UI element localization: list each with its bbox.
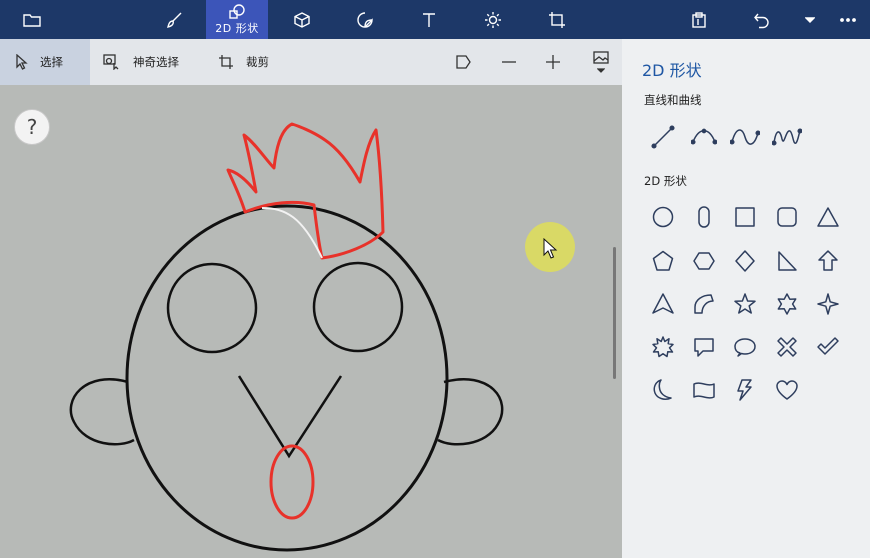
history-dropdown-icon[interactable] (794, 0, 826, 39)
face-drawing (69, 122, 504, 552)
speech-round-icon[interactable] (730, 332, 760, 362)
right-triangle-icon[interactable] (772, 246, 802, 276)
mouse-cursor-icon (543, 238, 558, 259)
more-icon[interactable] (830, 0, 866, 39)
undo-icon[interactable] (744, 0, 780, 39)
shapes-panel: 2D 形状 直线和曲线 2D 形状 (622, 39, 870, 558)
select-arrow-icon (16, 54, 28, 70)
zoom-out-icon[interactable] (501, 39, 521, 85)
drawing-canvas[interactable] (0, 85, 622, 558)
crop-label: 裁剪 (246, 55, 269, 69)
3d-shapes-icon[interactable] (284, 0, 320, 39)
zoom-in-icon[interactable] (545, 39, 565, 85)
speech-rectangle-icon[interactable] (689, 332, 719, 362)
effects-icon[interactable] (475, 0, 511, 39)
canvas-icon[interactable] (539, 0, 575, 39)
star-6-icon[interactable] (772, 289, 802, 319)
select-label: 选择 (40, 55, 63, 69)
star-5-icon[interactable] (730, 289, 760, 319)
sticker-icon[interactable] (347, 0, 383, 39)
lightning-icon[interactable] (730, 375, 760, 405)
rounded-square-icon[interactable] (772, 202, 802, 232)
shapes-section-heading: 2D 形状 (644, 174, 687, 188)
moon-icon[interactable] (648, 375, 678, 405)
cursor-highlight (525, 222, 575, 272)
three-point-curve-icon[interactable] (772, 122, 802, 152)
arrow-up-icon[interactable] (813, 246, 843, 276)
paste-icon[interactable] (681, 0, 717, 39)
magic-select-label: 神奇选择 (133, 55, 179, 69)
tab-2d-shapes-label: 2D 形状 (215, 21, 259, 35)
pentagon-icon[interactable] (648, 246, 678, 276)
magic-select-icon (103, 54, 119, 70)
sub-toolbar: 选择 神奇选择 裁剪 (0, 39, 622, 85)
diamond-icon[interactable] (730, 246, 760, 276)
hexagon-icon[interactable] (689, 246, 719, 276)
curve-icon[interactable] (689, 122, 719, 152)
brush-icon[interactable] (156, 0, 192, 39)
tab-2d-shapes[interactable]: 2D 形状 (206, 0, 268, 39)
quarter-circle-icon[interactable] (689, 289, 719, 319)
square-icon[interactable] (730, 202, 760, 232)
help-button[interactable]: ? (14, 109, 50, 145)
arrowhead-icon[interactable] (648, 289, 678, 319)
panel-title: 2D 形状 (642, 61, 702, 80)
flag-icon[interactable] (455, 39, 475, 85)
magic-select-button[interactable]: 神奇选择 (103, 39, 203, 85)
cross-icon[interactable] (772, 332, 802, 362)
heart-icon[interactable] (772, 375, 802, 405)
circle-icon[interactable] (648, 202, 678, 232)
image-view-icon[interactable] (590, 39, 612, 85)
2d-shapes-icon (229, 3, 245, 19)
star-4-icon[interactable] (813, 289, 843, 319)
banner-icon[interactable] (689, 375, 719, 405)
lines-section-heading: 直线和曲线 (644, 93, 702, 107)
line-icon[interactable] (648, 122, 678, 152)
burst-icon[interactable] (648, 332, 678, 362)
vertical-scrollbar[interactable] (613, 247, 616, 379)
checkmark-icon[interactable] (813, 332, 843, 362)
text-icon[interactable] (411, 0, 447, 39)
crop-button[interactable]: 裁剪 (218, 39, 288, 85)
select-button[interactable]: 选择 (0, 39, 90, 85)
two-point-curve-icon[interactable] (730, 122, 760, 152)
top-toolbar: 2D 形状 (0, 0, 870, 39)
triangle-icon[interactable] (813, 202, 843, 232)
crop-icon (219, 55, 233, 69)
pill-icon[interactable] (689, 202, 719, 232)
folder-icon[interactable] (14, 0, 50, 39)
